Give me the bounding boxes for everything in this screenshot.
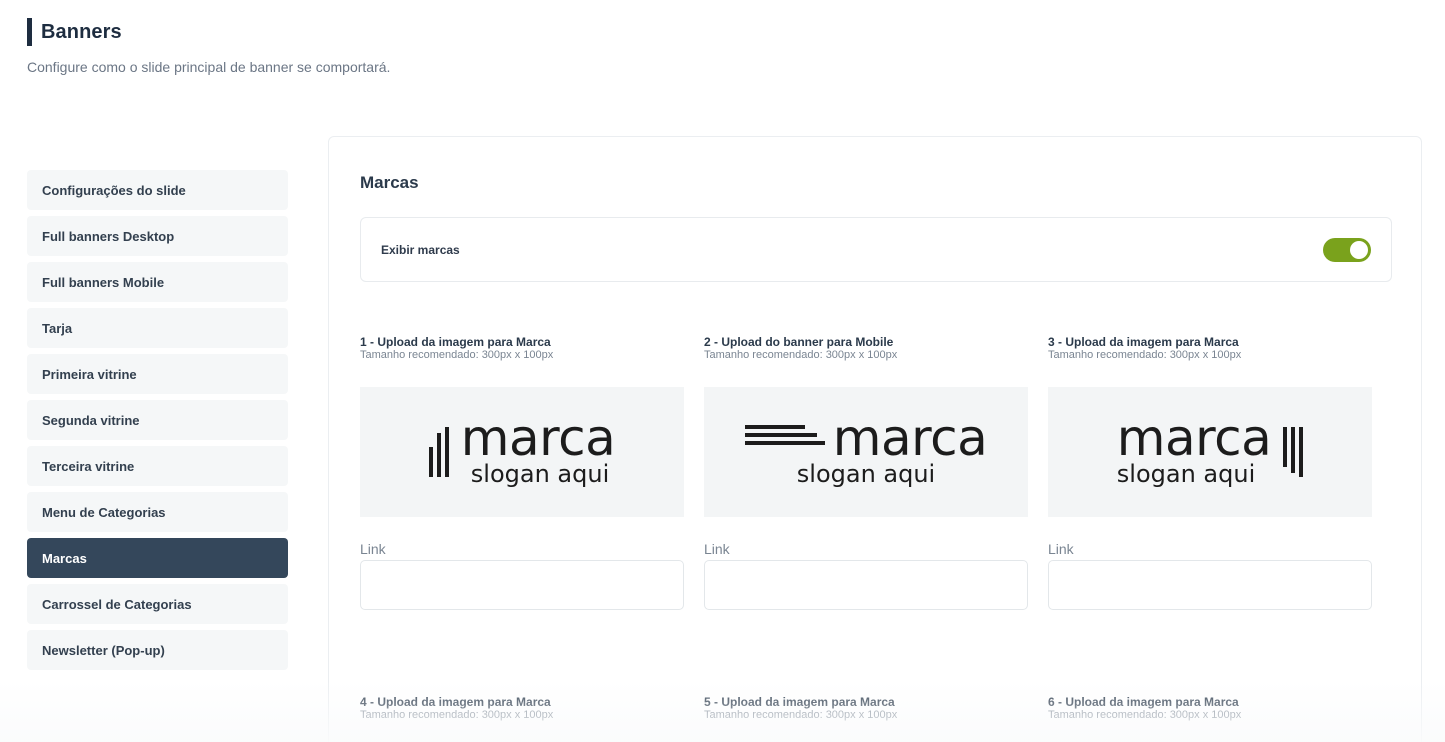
slot-title: 4 - Upload da imagem para Marca bbox=[360, 695, 551, 709]
page-header: Banners Configure como o slide principal… bbox=[27, 18, 390, 75]
brand-slot-4: 4 - Upload da imagem para Marca Tamanho … bbox=[360, 695, 684, 722]
link-input[interactable] bbox=[704, 560, 1028, 610]
show-brands-label: Exibir marcas bbox=[381, 242, 460, 257]
sidebar-item-configuracoes-do-slide[interactable]: Configurações do slide bbox=[27, 170, 288, 210]
brand-image-upload[interactable]: marca slogan aqui bbox=[704, 387, 1028, 517]
page-subtitle: Configure como o slide principal de bann… bbox=[27, 59, 391, 75]
sidebar-item-terceira-vitrine[interactable]: Terceira vitrine bbox=[27, 446, 288, 486]
toggle-knob bbox=[1350, 240, 1368, 259]
logo-slogan-text: slogan aqui bbox=[796, 460, 936, 488]
logo-slogan-text: slogan aqui bbox=[1116, 460, 1256, 488]
brand-slot-1: 1 - Upload da imagem para Marca Tamanho … bbox=[360, 335, 684, 610]
title-accent-bar bbox=[27, 18, 32, 46]
slot-hint: Tamanho recomendado: 300px x 100px bbox=[360, 349, 554, 361]
sidebar-item-tarja[interactable]: Tarja bbox=[27, 308, 288, 348]
sidebar-item-carrossel-de-categorias[interactable]: Carrossel de Categorias bbox=[27, 584, 288, 624]
brand-logo-image: marca slogan aqui bbox=[428, 409, 616, 488]
slot-title: 6 - Upload da imagem para Marca bbox=[1048, 695, 1239, 709]
brand-slot-6: 6 - Upload da imagem para Marca Tamanho … bbox=[1048, 695, 1372, 722]
brand-logo-image: marca slogan aqui bbox=[744, 409, 988, 488]
sidebar-item-segunda-vitrine[interactable]: Segunda vitrine bbox=[27, 400, 288, 440]
brand-slot-5: 5 - Upload da imagem para Marca Tamanho … bbox=[704, 695, 1028, 722]
link-label: Link bbox=[1048, 541, 1074, 557]
brand-slot-3: 3 - Upload da imagem para Marca Tamanho … bbox=[1048, 335, 1372, 610]
logo-brand-text: marca bbox=[460, 409, 616, 467]
link-label: Link bbox=[360, 541, 386, 557]
brand-slot-2: 2 - Upload do banner para Mobile Tamanho… bbox=[704, 335, 1028, 610]
slot-hint: Tamanho recomendado: 300px x 100px bbox=[704, 349, 898, 361]
brand-logo-image: marca slogan aqui bbox=[1116, 409, 1304, 488]
slot-hint: Tamanho recomendado: 300px x 100px bbox=[1048, 709, 1242, 721]
logo-slogan-text: slogan aqui bbox=[470, 460, 610, 488]
brand-image-upload[interactable]: marca slogan aqui bbox=[360, 387, 684, 517]
show-brands-row: Exibir marcas bbox=[360, 217, 1392, 282]
brand-image-upload[interactable]: marca slogan aqui bbox=[1048, 387, 1372, 517]
slot-title: 2 - Upload do banner para Mobile bbox=[704, 335, 894, 349]
sidebar-item-full-banners-desktop[interactable]: Full banners Desktop bbox=[27, 216, 288, 256]
logo-brand-text: marca bbox=[832, 409, 988, 467]
slot-title: 3 - Upload da imagem para Marca bbox=[1048, 335, 1239, 349]
logo-lines-icon bbox=[744, 425, 825, 445]
page-title: Banners bbox=[27, 18, 390, 46]
sidebar-item-marcas[interactable]: Marcas bbox=[27, 538, 288, 578]
link-input[interactable] bbox=[360, 560, 684, 610]
page-title-text: Banners bbox=[41, 20, 122, 43]
slot-hint: Tamanho recomendado: 300px x 100px bbox=[1048, 349, 1242, 361]
slot-hint: Tamanho recomendado: 300px x 100px bbox=[704, 709, 898, 721]
settings-sidebar: Configurações do slide Full banners Desk… bbox=[27, 170, 288, 676]
sidebar-item-primeira-vitrine[interactable]: Primeira vitrine bbox=[27, 354, 288, 394]
sidebar-item-menu-de-categorias[interactable]: Menu de Categorias bbox=[27, 492, 288, 532]
slot-title: 1 - Upload da imagem para Marca bbox=[360, 335, 551, 349]
sidebar-item-full-banners-mobile[interactable]: Full banners Mobile bbox=[27, 262, 288, 302]
marcas-panel: Marcas Exibir marcas 1 - Upload da image… bbox=[328, 136, 1422, 742]
logo-bars-icon bbox=[1283, 427, 1304, 477]
logo-bars-icon bbox=[428, 427, 449, 477]
sidebar-item-newsletter[interactable]: Newsletter (Pop-up) bbox=[27, 630, 288, 670]
slot-title: 5 - Upload da imagem para Marca bbox=[704, 695, 895, 709]
show-brands-toggle[interactable] bbox=[1323, 237, 1371, 262]
link-input[interactable] bbox=[1048, 560, 1372, 610]
panel-title: Marcas bbox=[360, 173, 419, 192]
slot-hint: Tamanho recomendado: 300px x 100px bbox=[360, 709, 554, 721]
link-label: Link bbox=[704, 541, 730, 557]
logo-brand-text: marca bbox=[1116, 409, 1272, 467]
